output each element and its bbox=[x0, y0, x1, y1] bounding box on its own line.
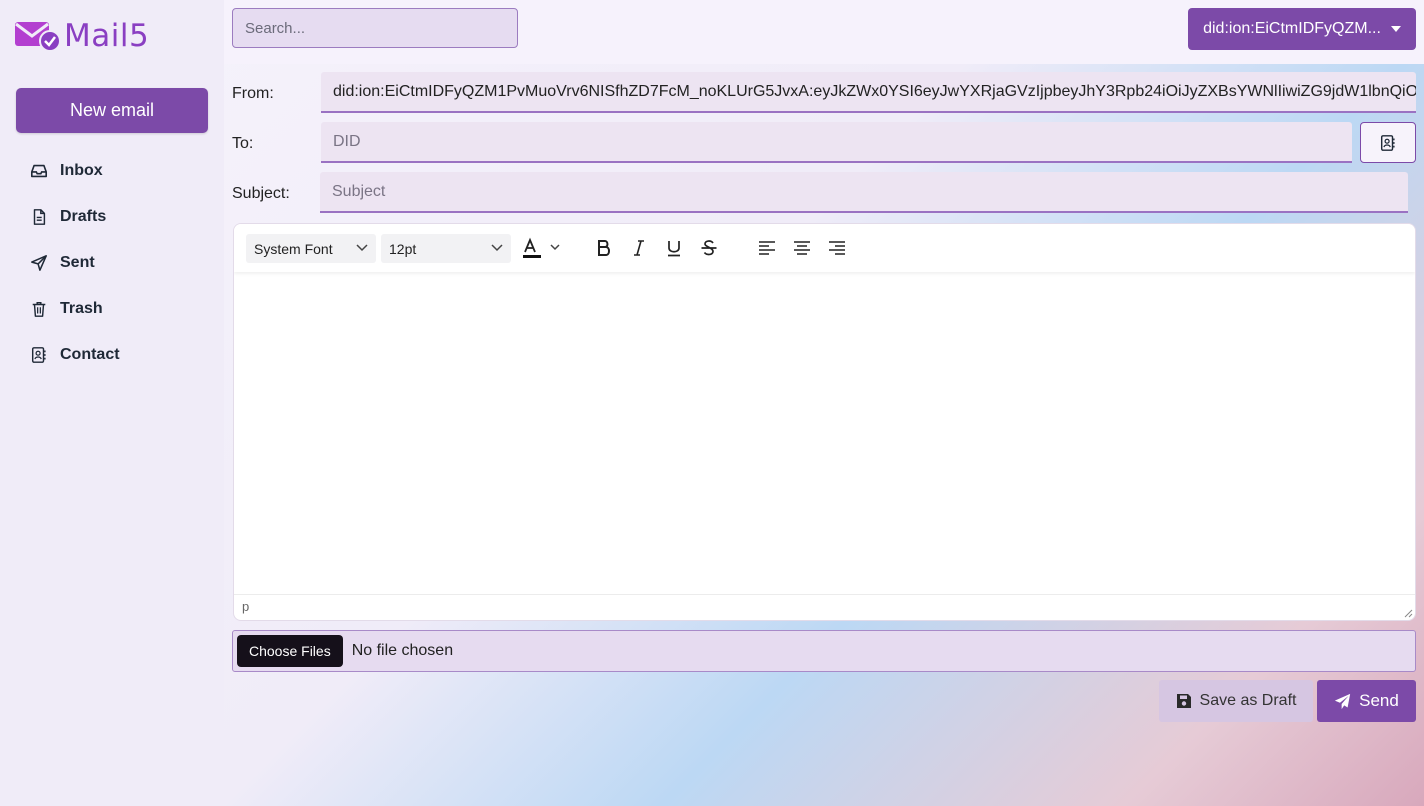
sidebar-item-drafts[interactable]: Drafts bbox=[30, 194, 120, 240]
sidebar-item-label: Contact bbox=[60, 346, 120, 363]
text-color-icon bbox=[523, 237, 560, 258]
strikethrough-icon bbox=[701, 240, 717, 256]
select-contact-button[interactable] bbox=[1360, 122, 1416, 163]
inbox-icon bbox=[30, 164, 48, 178]
account-label: did:ion:EiCtmIDFyQZM... bbox=[1203, 20, 1381, 37]
subject-label: Subject: bbox=[232, 185, 290, 202]
choose-files-button[interactable]: Choose Files bbox=[237, 635, 343, 667]
save-draft-label: Save as Draft bbox=[1199, 692, 1297, 709]
from-label: From: bbox=[232, 85, 274, 102]
sidebar: Mail5 New email Inbox Drafts Sent Trash … bbox=[0, 0, 224, 806]
chevron-down-icon bbox=[491, 244, 503, 252]
align-right-button[interactable] bbox=[824, 236, 850, 260]
sidebar-nav: Inbox Drafts Sent Trash Contact bbox=[30, 148, 120, 378]
bold-icon bbox=[598, 240, 610, 256]
sidebar-item-label: Trash bbox=[60, 300, 103, 317]
file-status: No file chosen bbox=[351, 642, 454, 659]
editor-body[interactable] bbox=[234, 272, 1415, 594]
align-left-icon bbox=[759, 241, 775, 255]
sidebar-item-label: Sent bbox=[60, 254, 95, 271]
italic-button[interactable] bbox=[626, 236, 652, 260]
sidebar-item-trash[interactable]: Trash bbox=[30, 286, 120, 332]
align-left-button[interactable] bbox=[754, 236, 780, 260]
search-input[interactable] bbox=[232, 8, 518, 48]
font-size-select[interactable]: 12pt bbox=[381, 234, 511, 263]
rich-text-editor: System Font 12pt p bbox=[233, 223, 1416, 621]
from-field[interactable]: did:ion:EiCtmIDFyQZM1PvMuoVrv6NISfhZD7Fc… bbox=[321, 72, 1416, 113]
to-field[interactable] bbox=[321, 122, 1352, 163]
caret-down-icon bbox=[1390, 26, 1401, 32]
mail-check-icon bbox=[15, 22, 61, 52]
contact-book-icon bbox=[31, 347, 46, 363]
align-center-button[interactable] bbox=[789, 236, 815, 260]
sidebar-item-contact[interactable]: Contact bbox=[30, 332, 120, 378]
align-right-icon bbox=[829, 241, 845, 255]
subject-field[interactable] bbox=[320, 172, 1408, 213]
underline-icon bbox=[668, 241, 680, 257]
floppy-disk-icon bbox=[1176, 694, 1191, 708]
sidebar-item-label: Drafts bbox=[60, 208, 107, 225]
underline-button[interactable] bbox=[661, 236, 687, 260]
new-email-button[interactable]: New email bbox=[16, 88, 208, 133]
font-size-value: 12pt bbox=[389, 240, 417, 257]
bold-button[interactable] bbox=[591, 236, 617, 260]
align-center-icon bbox=[794, 241, 810, 255]
account-dropdown[interactable]: did:ion:EiCtmIDFyQZM... bbox=[1188, 8, 1416, 50]
sidebar-item-inbox[interactable]: Inbox bbox=[30, 148, 120, 194]
send-label: Send bbox=[1359, 691, 1399, 710]
compose-panel: did:ion:EiCtmIDFyQZM... From: did:ion:Ei… bbox=[224, 0, 1424, 806]
file-input: Choose Files No file chosen bbox=[232, 630, 1416, 672]
editor-status-bar: p bbox=[234, 594, 1415, 620]
font-family-value: System Font bbox=[254, 240, 333, 257]
contact-book-icon bbox=[1380, 134, 1395, 151]
send-button[interactable]: Send bbox=[1317, 680, 1416, 722]
chevron-down-icon bbox=[356, 244, 368, 252]
sidebar-item-label: Inbox bbox=[60, 162, 103, 179]
to-label: To: bbox=[232, 135, 254, 152]
logo[interactable]: Mail5 bbox=[14, 18, 149, 54]
resize-handle-icon[interactable] bbox=[1403, 608, 1413, 618]
text-color-button[interactable] bbox=[517, 236, 565, 260]
editor-toolbar: System Font 12pt bbox=[234, 224, 1415, 272]
font-family-select[interactable]: System Font bbox=[246, 234, 376, 263]
element-path[interactable]: p bbox=[242, 599, 249, 614]
paper-plane-icon bbox=[31, 255, 47, 271]
paper-plane-icon bbox=[1334, 693, 1351, 709]
file-icon bbox=[33, 209, 46, 225]
sidebar-item-sent[interactable]: Sent bbox=[30, 240, 120, 286]
save-draft-button[interactable]: Save as Draft bbox=[1159, 680, 1313, 722]
strikethrough-button[interactable] bbox=[696, 236, 722, 260]
italic-icon bbox=[634, 240, 644, 256]
trash-icon bbox=[32, 301, 46, 317]
topbar: did:ion:EiCtmIDFyQZM... bbox=[224, 0, 1424, 64]
logo-text: Mail5 bbox=[64, 18, 150, 54]
